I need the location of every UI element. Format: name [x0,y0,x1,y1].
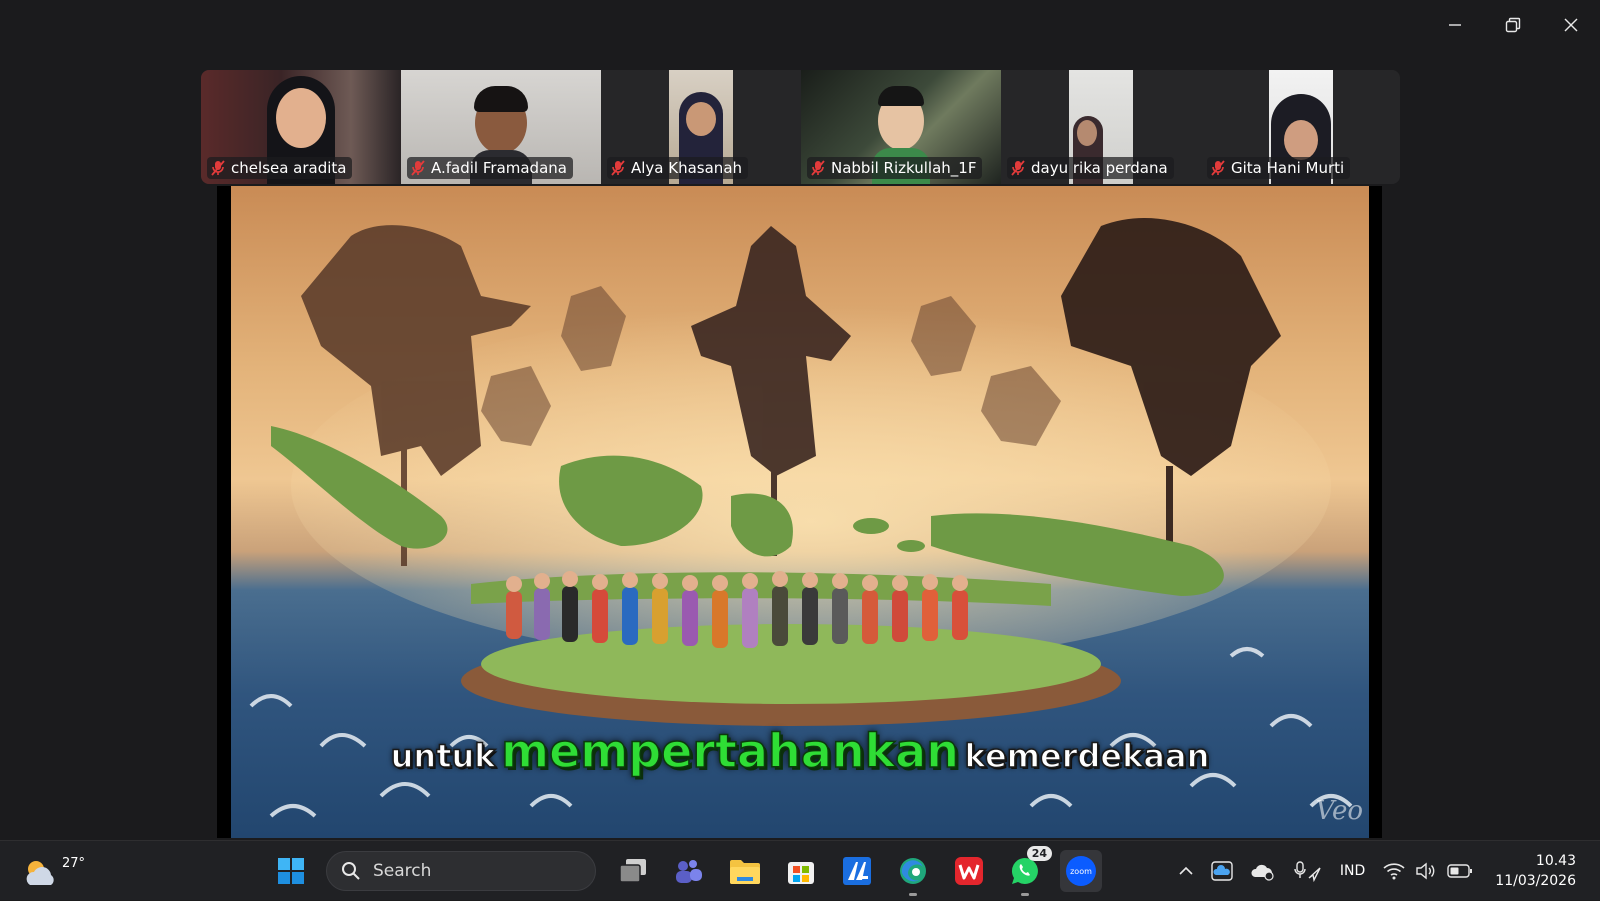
close-button[interactable] [1542,0,1600,50]
show-hidden-icons-button[interactable] [1170,851,1202,891]
minimize-button[interactable] [1426,0,1484,50]
participant-name: Nabbil Rizkullah_1F [831,159,976,177]
mic-off-icon [811,160,825,176]
task-view-icon [618,858,648,884]
file-explorer-button[interactable] [724,850,766,892]
onedrive-tray-button[interactable] [1202,851,1242,891]
participant-name: Alya Khasanah [631,159,742,177]
participant-tile-active-speaker[interactable]: A.fadil Framadana [401,70,601,184]
store-icon [786,856,816,886]
folder-icon [729,857,761,885]
video-caption: untuk mempertahankan kemerdekaan [231,724,1369,778]
participant-tile[interactable]: chelsea aradita [201,70,401,184]
participant-tile[interactable]: Nabbil Rizkullah_1F [801,70,1001,184]
teams-button[interactable] [668,850,710,892]
system-tray: IND 10.43 11/03/2026 [1170,841,1600,901]
participant-name: chelsea aradita [231,159,346,177]
zoom-button[interactable]: zoom [1060,850,1102,892]
partly-cloudy-icon [22,855,62,895]
minimize-icon [1448,18,1462,32]
wps-icon [954,856,984,886]
shared-screen[interactable]: untuk mempertahankan kemerdekaan Veo [231,186,1369,838]
participant-strip: chelsea aradita A.fadil Framadana Alya K… [201,70,1400,184]
close-icon [1564,18,1578,32]
search-input[interactable]: Search [326,851,596,891]
taskbar-apps: Search 24 zoom [270,841,1102,901]
clock[interactable]: 10.43 11/03/2026 [1481,851,1600,891]
restore-icon [1505,17,1521,33]
veo-watermark: Veo [1316,796,1363,826]
wps-button[interactable] [948,850,990,892]
participant-tile[interactable]: Alya Khasanah [601,70,801,184]
caption-highlight-word: mempertahankan [501,724,959,778]
weather-widget[interactable]: 27° [22,849,66,893]
mic-location-tray-button[interactable] [1284,851,1330,891]
clock-time: 10.43 [1495,851,1576,871]
mic-off-icon [611,160,625,176]
caption-word: kemerdekaan [965,737,1210,775]
weather-temp: 27° [62,856,85,871]
participant-name: Gita Hani Murti [1231,159,1344,177]
mic-off-icon [411,160,425,176]
participant-tile[interactable]: dayu rika perdana [1001,70,1201,184]
edge-button[interactable] [892,850,934,892]
taskbar: 27° Search [0,840,1600,900]
mic-off-icon [1011,160,1025,176]
participant-tile[interactable]: Gita Hani Murti [1201,70,1400,184]
mic-off-icon [211,160,225,176]
editor-icon [842,856,872,886]
microphone-in-use-icon [1292,860,1322,882]
store-button[interactable] [780,850,822,892]
cloud-tray-button[interactable] [1242,851,1284,891]
cloud-sync-icon [1250,861,1276,881]
wifi-icon [1383,862,1405,880]
teams-icon [674,856,704,886]
avatar [686,102,716,136]
language-indicator[interactable]: IND [1330,851,1375,891]
avatar [276,88,326,148]
battery-icon [1447,863,1473,879]
notification-badge: 24 [1027,846,1052,861]
zoom-icon: zoom [1065,855,1097,887]
whatsapp-button[interactable]: 24 [1004,850,1046,892]
task-view-button[interactable] [612,850,654,892]
participant-name: A.fadil Framadana [431,159,567,177]
window-controls [1426,0,1600,50]
network-volume-battery[interactable] [1375,851,1481,891]
caption-word: untuk [391,737,496,775]
windows-icon [277,857,305,885]
restore-button[interactable] [1484,0,1542,50]
clock-date: 11/03/2026 [1495,871,1576,891]
search-label: Search [373,861,431,881]
editor-button[interactable] [836,850,878,892]
mic-off-icon [1211,160,1225,176]
chevron-up-icon [1178,866,1194,876]
search-icon [341,861,361,881]
start-button[interactable] [270,850,312,892]
participant-name: dayu rika perdana [1031,159,1168,177]
zoom-label: zoom [1070,867,1092,876]
volume-icon [1415,862,1437,880]
avatar [1284,120,1318,160]
onedrive-icon [1210,860,1234,882]
edge-icon [898,856,928,886]
avatar [1077,120,1097,146]
